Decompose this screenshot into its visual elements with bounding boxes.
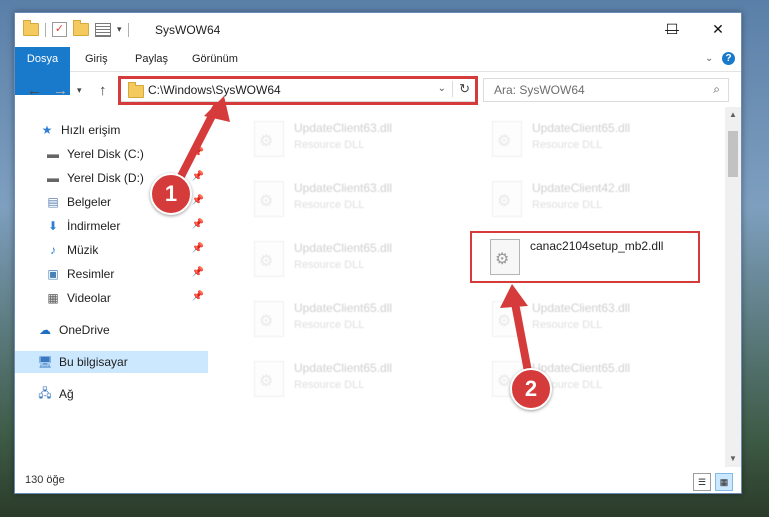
- annotation-arrows: [172, 96, 534, 386]
- arrow-1-shaft: [172, 104, 220, 190]
- arrow-2-head: [500, 284, 528, 308]
- step-1-badge: 1: [150, 173, 192, 215]
- step-2-badge: 2: [510, 368, 552, 410]
